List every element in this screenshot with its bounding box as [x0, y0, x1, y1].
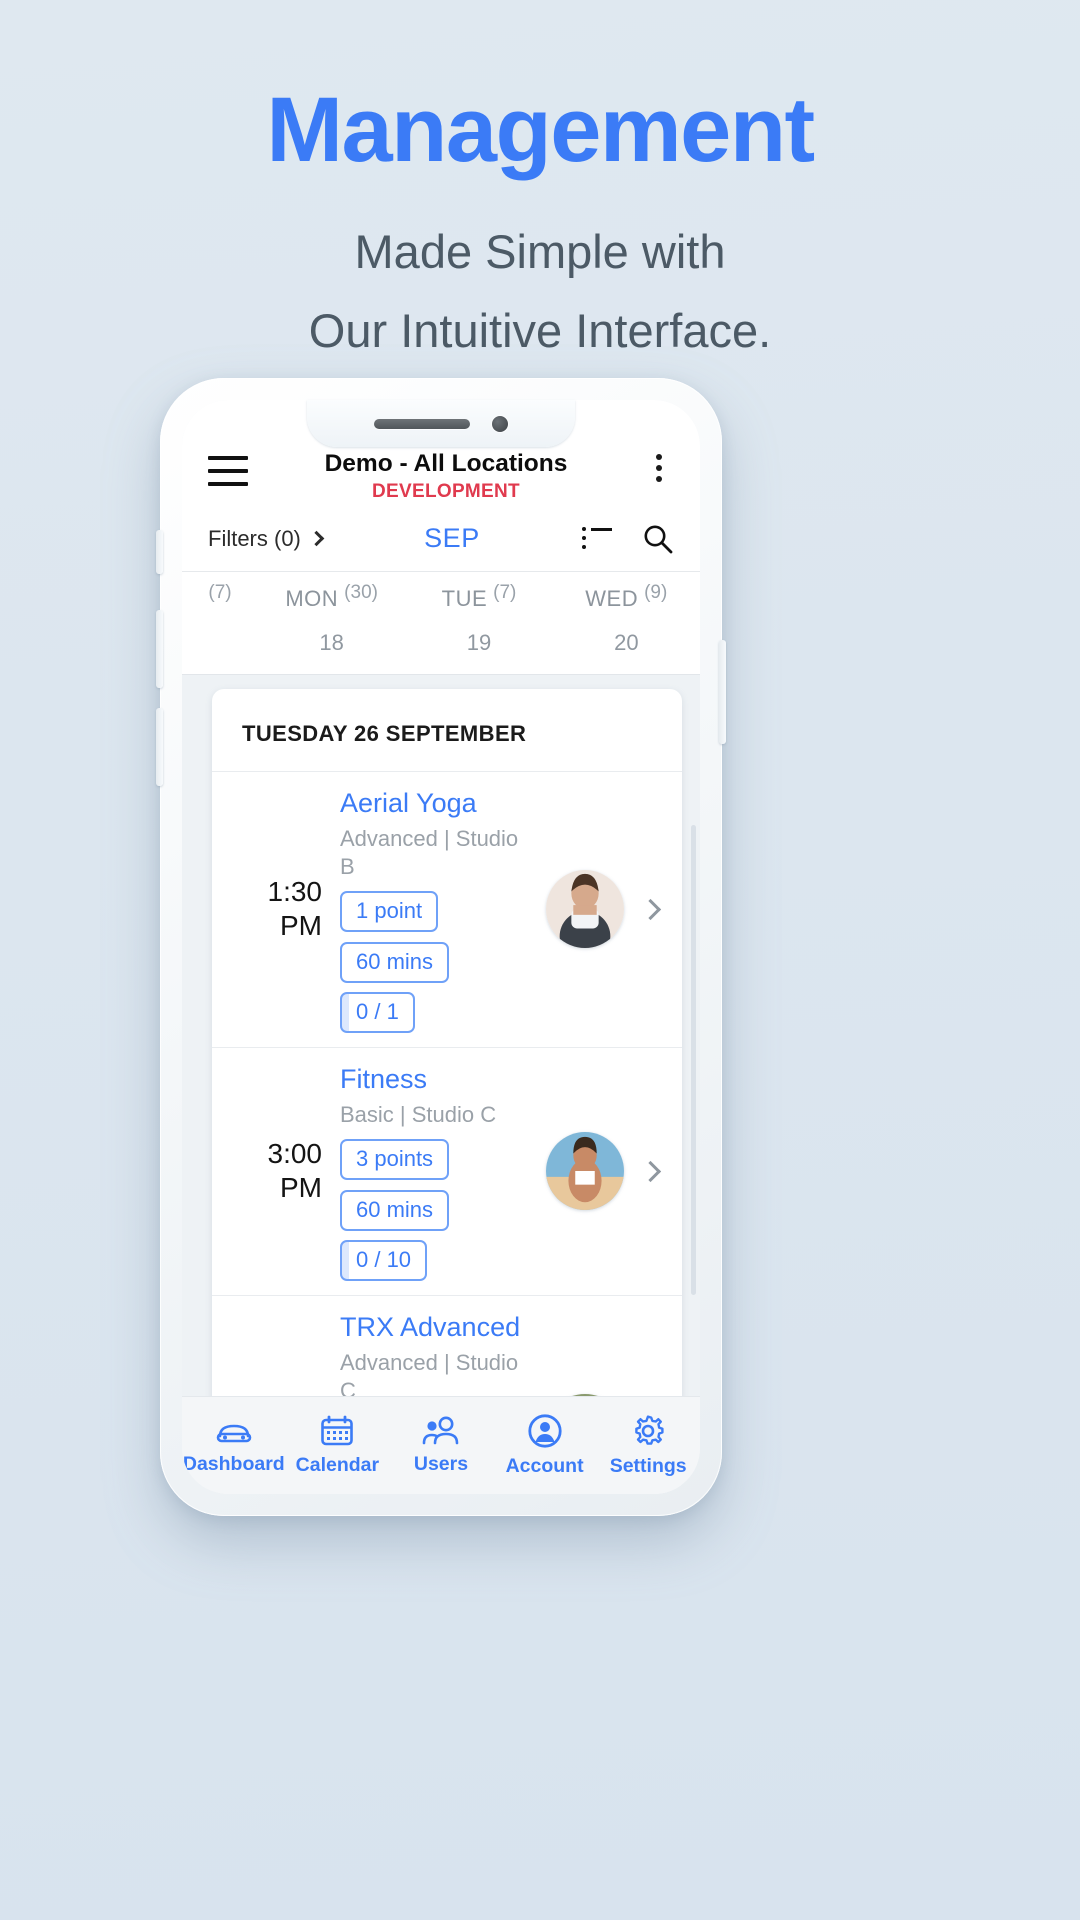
class-time: 3:00 PM [230, 1137, 334, 1205]
class-details: Fitness Basic | Studio C 3 points 60 min… [340, 1062, 532, 1281]
class-chip-duration: 60 mins [340, 1189, 450, 1231]
day-name: MON [285, 585, 339, 611]
list-view-icon[interactable] [582, 526, 612, 550]
users-icon [421, 1416, 461, 1446]
phone-volume-up [156, 610, 163, 688]
day-number: 19 [466, 629, 492, 655]
day-strip: (7) MON (30) 18 TUE (7) 19 WED (9) 20 [182, 570, 700, 675]
class-time: 1:30 PM [230, 875, 334, 943]
vertical-scrollbar[interactable] [691, 824, 696, 1295]
class-row[interactable]: 1:30 PM Aerial Yoga Advanced | Studio B … [212, 770, 682, 1047]
hero-subtitle-line-1: Made Simple with [354, 224, 726, 278]
class-capacity-badge: 0 / 1 [340, 991, 415, 1033]
class-meta: Basic | Studio C [340, 1101, 497, 1127]
car-dashboard-icon [215, 1416, 253, 1446]
app-title: Demo - All Locations [324, 450, 568, 477]
class-row[interactable]: 3:00 PM Fitness Basic | Studio C 3 point… [212, 1046, 682, 1295]
nav-item-users[interactable]: Users [389, 1416, 493, 1476]
filters-button[interactable]: Filters (0) [208, 525, 325, 552]
class-chip-points: 1 point [340, 890, 439, 932]
class-time-meridiem: PM [280, 1172, 322, 1204]
kebab-menu-icon[interactable] [644, 454, 674, 482]
page-title: Management [266, 79, 815, 181]
phone-mute-switch [156, 530, 163, 574]
class-time-hour: 3:00 [267, 1138, 323, 1170]
day-number: 18 [319, 629, 344, 655]
class-chips: 1 point 60 mins [340, 890, 532, 983]
hero-subtitle-line-2: Our Intuitive Interface. [308, 303, 772, 357]
account-circle-icon [527, 1413, 562, 1448]
schedule-list-area: TUESDAY 26 SEPTEMBER 1:30 PM Aerial Yoga… [182, 674, 700, 1494]
phone-notch [307, 400, 575, 447]
nav-item-calendar[interactable]: Calendar [286, 1415, 390, 1477]
gear-icon [631, 1414, 665, 1448]
schedule-card: TUESDAY 26 SEPTEMBER 1:30 PM Aerial Yoga… [212, 688, 682, 1494]
nav-item-settings[interactable]: Settings [596, 1414, 700, 1478]
nav-label: Settings [609, 1454, 687, 1477]
schedule-date-heading: TUESDAY 26 SEPTEMBER [242, 720, 527, 746]
day-count: (9) [644, 581, 668, 603]
filter-bar-actions [582, 523, 674, 555]
phone-power-button [719, 640, 726, 744]
class-title: Aerial Yoga [340, 787, 477, 818]
app-bar: Demo - All Locations DEVELOPMENT [182, 444, 700, 515]
phone-volume-down [156, 708, 163, 786]
class-time-hour: 1:30 [267, 876, 323, 908]
day-column-wed[interactable]: WED (9) 20 [553, 581, 700, 656]
front-camera-icon [492, 415, 508, 432]
app-bar-titles: Demo - All Locations DEVELOPMENT [248, 450, 644, 505]
day-count: (30) [344, 581, 378, 603]
class-capacity-badge: 0 / 10 [340, 1239, 428, 1281]
class-title: Fitness [340, 1063, 428, 1094]
day-count: (7) [493, 581, 517, 603]
class-meta: Advanced | Studio B [340, 825, 519, 880]
bottom-navigation: Dashboard Calendar Users Account Setting… [182, 1396, 700, 1494]
nav-item-account[interactable]: Account [493, 1413, 597, 1478]
phone-mockup: Demo - All Locations DEVELOPMENT Filters… [156, 378, 726, 1516]
class-chips: 3 points 60 mins [340, 1138, 532, 1231]
chevron-right-icon[interactable] [636, 1160, 664, 1182]
day-column-tue[interactable]: TUE (7) 19 [405, 581, 552, 656]
class-details: Aerial Yoga Advanced | Studio B 1 point … [340, 786, 532, 1033]
day-name: TUE [441, 585, 488, 611]
nav-label: Calendar [295, 1453, 380, 1476]
chevron-right-icon[interactable] [636, 898, 664, 920]
day-count: (7) [208, 581, 232, 603]
day-number: 20 [614, 629, 639, 655]
class-capacity-wrap: 0 / 10 [340, 1239, 532, 1281]
hero-subtitle: Made Simple with Our Intuitive Interface… [0, 213, 1080, 371]
app-screen: Demo - All Locations DEVELOPMENT Filters… [182, 400, 700, 1494]
class-chip-points: 3 points [340, 1138, 450, 1180]
class-title: TRX Advanced [340, 1311, 521, 1342]
filters-label: Filters (0) [208, 525, 301, 551]
day-column-mon[interactable]: MON (30) 18 [258, 581, 405, 656]
search-icon[interactable] [642, 523, 674, 555]
month-selector[interactable]: SEP [322, 523, 582, 554]
class-time-meridiem: PM [280, 910, 322, 942]
calendar-icon [320, 1415, 354, 1447]
hamburger-icon[interactable] [208, 456, 248, 486]
filter-bar: Filters (0) SEP [182, 514, 700, 571]
nav-item-dashboard[interactable]: Dashboard [182, 1416, 286, 1476]
hero-section: Management Made Simple with Our Intuitiv… [0, 0, 1080, 371]
day-column-prev[interactable]: (7) [182, 581, 258, 603]
class-capacity-wrap: 0 / 1 [340, 991, 532, 1033]
nav-label: Account [505, 1454, 584, 1477]
earpiece-speaker [374, 418, 470, 429]
nav-label: Users [413, 1452, 469, 1475]
class-chip-duration: 60 mins [340, 941, 450, 983]
instructor-avatar [546, 1132, 624, 1211]
app-subtitle: DEVELOPMENT [372, 480, 520, 502]
nav-label: Dashboard [182, 1452, 285, 1475]
day-name: WED [585, 585, 639, 611]
instructor-avatar [546, 870, 624, 949]
